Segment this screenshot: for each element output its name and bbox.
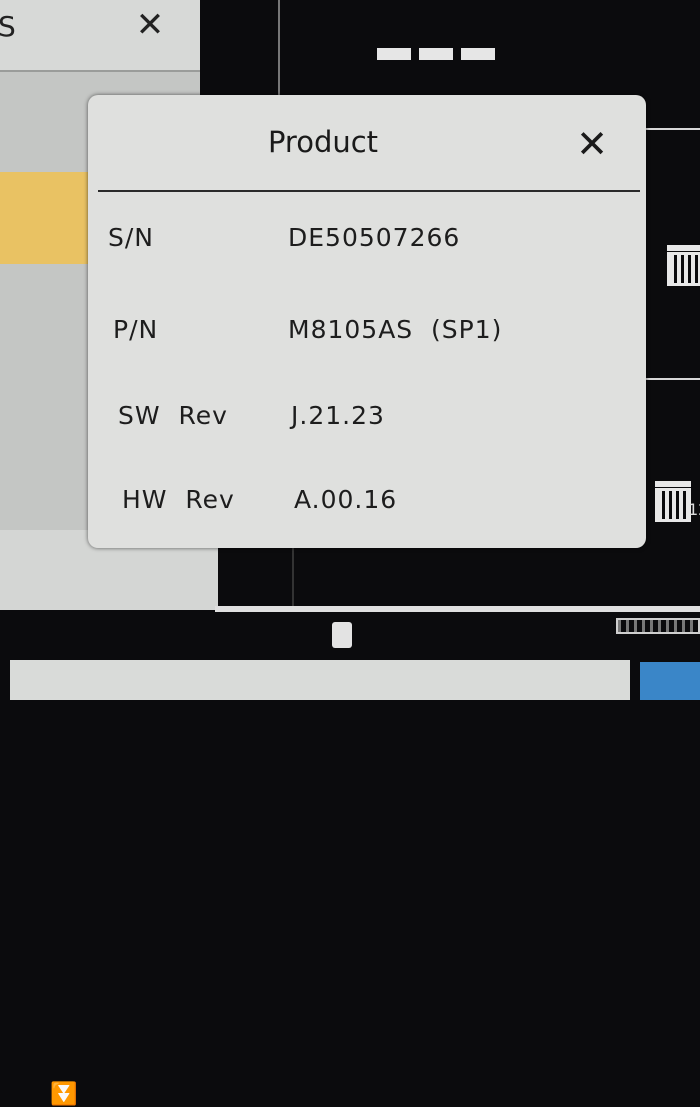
calendar-icon[interactable]: [655, 481, 691, 522]
software-revision-value: J.21.23: [291, 401, 385, 430]
bottom-divider: [215, 606, 700, 612]
dialog-title: Product: [267, 125, 379, 159]
serial-number-label: S/N: [108, 223, 154, 252]
background-window-title: S: [0, 10, 16, 43]
document-icon[interactable]: [332, 622, 352, 648]
hardware-revision-label: HW Rev: [122, 485, 235, 514]
expand-down-icon[interactable]: ⏬: [50, 1082, 77, 1107]
divider: [646, 378, 700, 380]
dash-indicator: [419, 48, 453, 60]
status-strip-accent: [640, 662, 700, 700]
hardware-revision-value: A.00.16: [294, 485, 398, 514]
progress-indicator: [616, 618, 700, 634]
title-divider: [98, 190, 640, 192]
part-number-label: P/N: [113, 315, 159, 344]
divider: [646, 128, 700, 130]
divider: [292, 548, 294, 606]
serial-number-value: DE50507266: [288, 223, 461, 252]
dash-indicator: [461, 48, 495, 60]
dash-indicator: [377, 48, 411, 60]
close-icon[interactable]: ✕: [574, 125, 610, 163]
background-window-titlebar: S ✕: [0, 0, 200, 72]
part-number-value: M8105AS (SP1): [288, 315, 503, 344]
calendar-number: 12: [688, 500, 700, 519]
calendar-icon[interactable]: [667, 245, 700, 286]
divider: [278, 0, 280, 95]
product-dialog: Product ✕ S/N DE50507266 P/N M8105AS (SP…: [88, 95, 646, 548]
software-revision-label: SW Rev: [118, 401, 228, 430]
status-strip: [10, 660, 630, 700]
selected-list-item[interactable]: [0, 172, 95, 264]
background-close-icon[interactable]: ✕: [130, 8, 170, 42]
